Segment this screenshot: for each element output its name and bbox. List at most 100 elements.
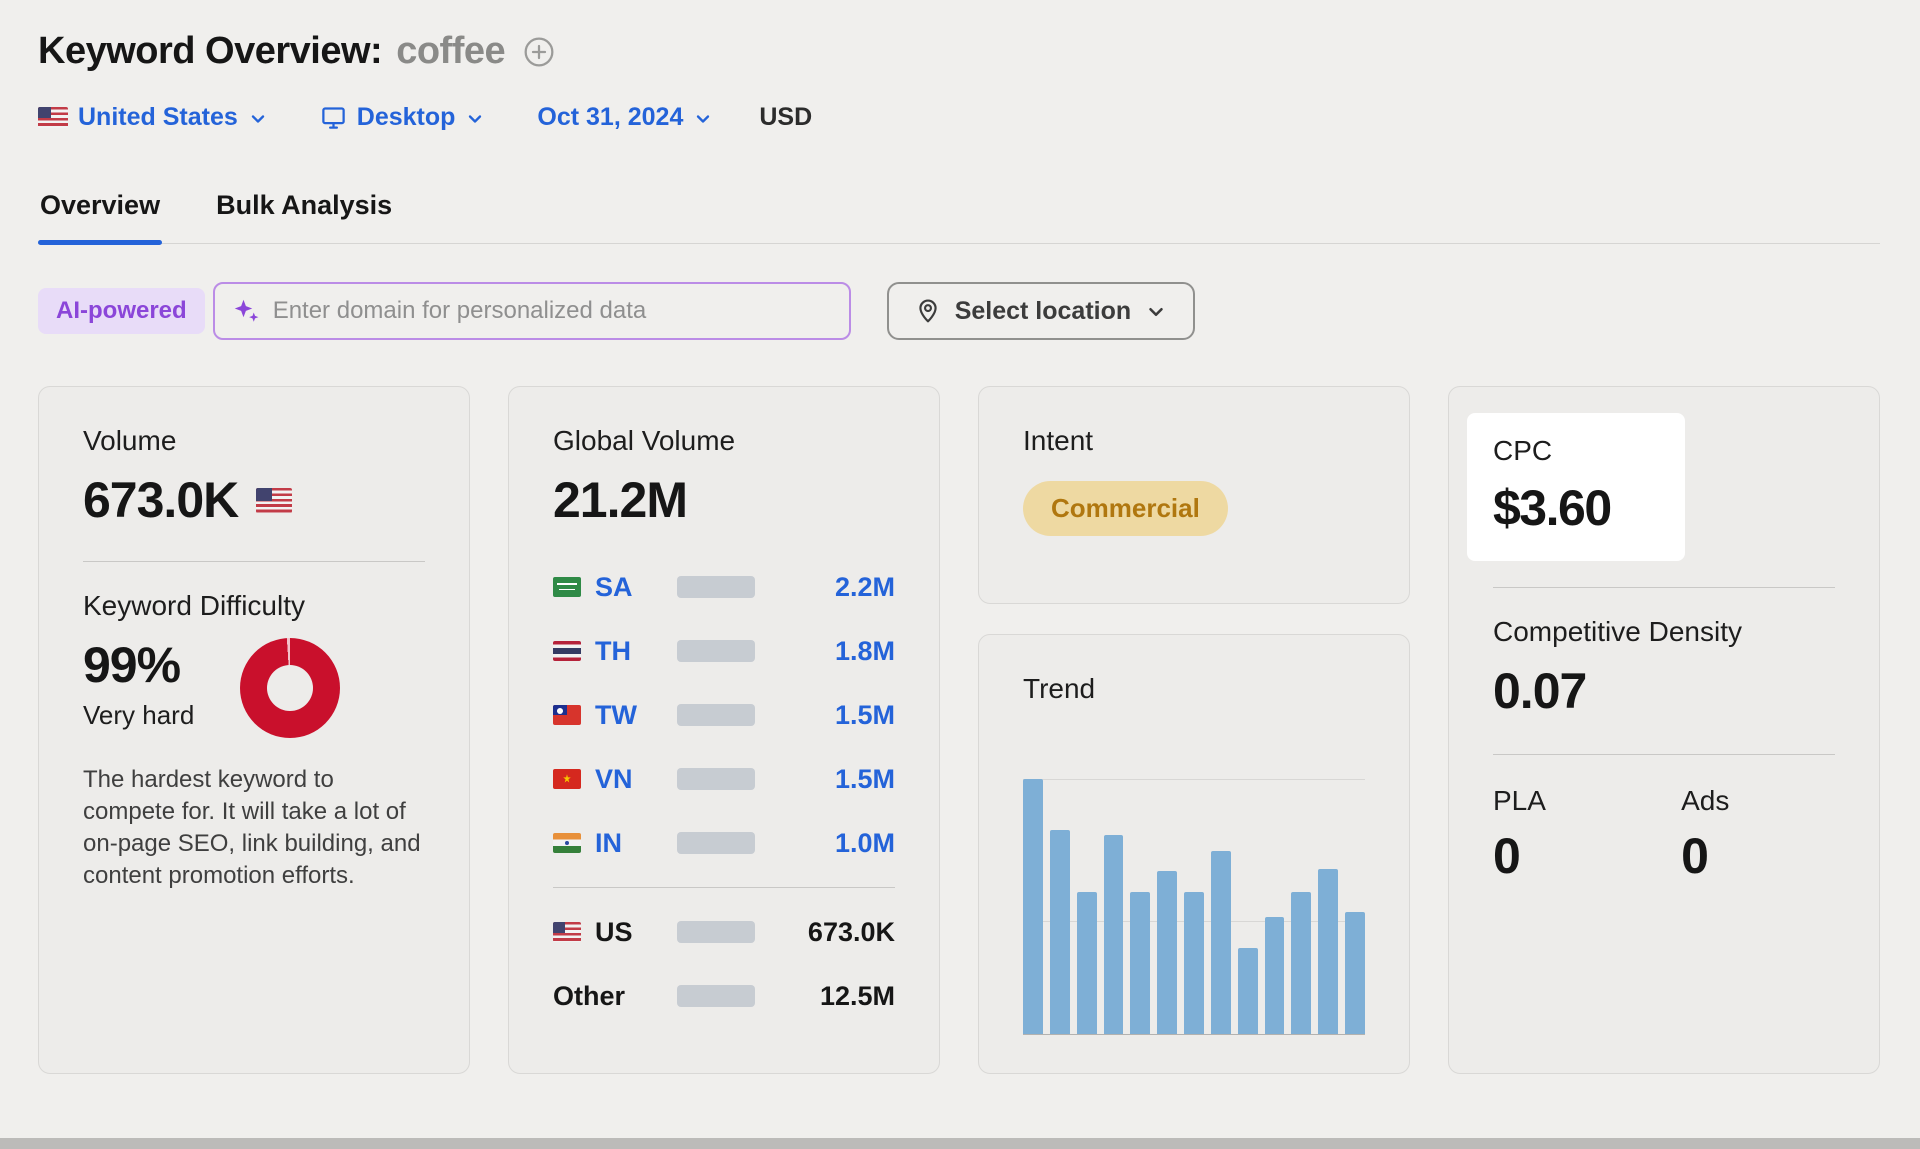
country-volume-value[interactable]: 1.5M [835, 700, 895, 731]
us-flag-icon [553, 922, 581, 942]
keyword-overview-page: Keyword Overview: coffee United States D… [0, 0, 1920, 1074]
intent-badge[interactable]: Commercial [1023, 481, 1228, 536]
sparkle-icon [231, 296, 261, 326]
device-filter-label: Desktop [357, 103, 456, 132]
page-title: Keyword Overview: [38, 30, 382, 73]
th-flag-icon [553, 641, 581, 661]
sa-flag-icon [553, 577, 581, 597]
trend-chart-area [1023, 779, 1365, 1035]
domain-input-wrap [213, 282, 851, 340]
country-row: US 673.0K [553, 900, 895, 964]
cpc-card: CPC $3.60 Competitive Density 0.07 PLA 0… [1448, 386, 1880, 1074]
country-filter-label: United States [78, 103, 238, 132]
currency-label: USD [759, 103, 812, 132]
trend-bar [1238, 948, 1258, 1035]
trend-bar [1130, 892, 1150, 1035]
chart-baseline [1023, 1034, 1365, 1035]
country-volume-value[interactable]: 1.5M [835, 764, 895, 795]
country-code-link[interactable]: TH [595, 636, 631, 667]
country-volume-bar [677, 985, 755, 1007]
trend-bar [1291, 892, 1311, 1035]
keyword-difficulty-verdict: Very hard [83, 700, 194, 731]
divider [83, 561, 425, 562]
country-volume-bar [677, 640, 755, 662]
trend-bar [1023, 779, 1043, 1035]
keyword-difficulty-value: 99% [83, 636, 194, 694]
page-bottom-edge [0, 1138, 1920, 1149]
trend-bar [1184, 892, 1204, 1035]
ads-label: Ads [1681, 785, 1835, 817]
competitive-density-title: Competitive Density [1493, 616, 1835, 648]
trend-bar [1104, 835, 1124, 1035]
volume-title: Volume [83, 425, 425, 457]
country-code-link[interactable]: US [595, 917, 633, 948]
keyword-difficulty-title: Keyword Difficulty [83, 590, 425, 622]
country-code-link[interactable]: SA [595, 572, 633, 603]
us-flag-icon [256, 488, 292, 513]
country-volume-value: 673.0K [808, 917, 895, 948]
cpc-value: $3.60 [1493, 479, 1659, 537]
country-volume-value: 12.5M [820, 981, 895, 1012]
keyword-name: coffee [396, 30, 505, 73]
country-code-link[interactable]: TW [595, 700, 637, 731]
tab-overview[interactable]: Overview [38, 190, 162, 243]
chevron-down-icon [1145, 301, 1167, 323]
ai-powered-badge: AI-powered [38, 288, 205, 334]
country-volume-bar [677, 704, 755, 726]
country-row: TW 1.5M [553, 683, 895, 747]
ads-value: 0 [1681, 827, 1835, 885]
volume-value: 673.0K [83, 471, 238, 529]
country-volume-list: SA 2.2M TH 1.8M TW 1.5M VN 1.5M [553, 555, 895, 1028]
country-volume-value[interactable]: 1.0M [835, 828, 895, 859]
difficulty-donut-chart [240, 638, 340, 738]
filters-bar: United States Desktop Oct 31, 2024 USD [38, 103, 1880, 132]
domain-input[interactable] [213, 282, 851, 340]
trend-bar [1211, 851, 1231, 1035]
desktop-icon [320, 104, 347, 131]
intent-card: Intent Commercial [978, 386, 1410, 604]
trend-bar [1318, 869, 1338, 1035]
country-filter[interactable]: United States [38, 103, 268, 132]
trend-bar [1050, 830, 1070, 1035]
personalization-toolbar: AI-powered Select location [38, 282, 1880, 340]
divider [1493, 587, 1835, 588]
country-volume-value[interactable]: 2.2M [835, 572, 895, 603]
global-volume-card: Global Volume 21.2M SA 2.2M TH 1.8M TW 1… [508, 386, 940, 1074]
trend-bar [1265, 917, 1285, 1035]
country-volume-value[interactable]: 1.8M [835, 636, 895, 667]
tab-bulk-analysis[interactable]: Bulk Analysis [214, 190, 394, 243]
device-filter[interactable]: Desktop [320, 103, 486, 132]
chevron-down-icon [465, 109, 485, 129]
country-code-link[interactable]: VN [595, 764, 633, 795]
divider [553, 887, 895, 888]
country-row: VN 1.5M [553, 747, 895, 811]
chevron-down-icon [693, 109, 713, 129]
trend-bar [1157, 871, 1177, 1035]
divider [1493, 754, 1835, 755]
tw-flag-icon [553, 705, 581, 725]
country-volume-bar [677, 576, 755, 598]
country-row: SA 2.2M [553, 555, 895, 619]
vn-flag-icon [553, 769, 581, 789]
pla-value: 0 [1493, 827, 1681, 885]
country-code-link[interactable]: IN [595, 828, 622, 859]
metrics-grid: Volume 673.0K Keyword Difficulty 99% Ver… [38, 386, 1880, 1074]
trend-chart [1023, 779, 1365, 1035]
cpc-title: CPC [1493, 435, 1659, 467]
trend-title: Trend [1023, 673, 1365, 705]
country-row: IN 1.0M [553, 811, 895, 875]
country-volume-bar [677, 832, 755, 854]
pla-ads-row: PLA 0 Ads 0 [1493, 785, 1835, 885]
country-volume-bar [677, 768, 755, 790]
intent-trend-column: Intent Commercial Trend [978, 386, 1410, 1074]
in-flag-icon [553, 833, 581, 853]
date-filter[interactable]: Oct 31, 2024 [537, 103, 713, 132]
cpc-highlight-box: CPC $3.60 [1467, 413, 1685, 561]
select-location-button[interactable]: Select location [887, 282, 1195, 340]
other-label: Other [553, 981, 625, 1012]
us-flag-icon [38, 107, 68, 128]
volume-card: Volume 673.0K Keyword Difficulty 99% Ver… [38, 386, 470, 1074]
add-keyword-icon[interactable] [523, 36, 555, 68]
trend-bar [1345, 912, 1365, 1035]
trend-card: Trend [978, 634, 1410, 1074]
